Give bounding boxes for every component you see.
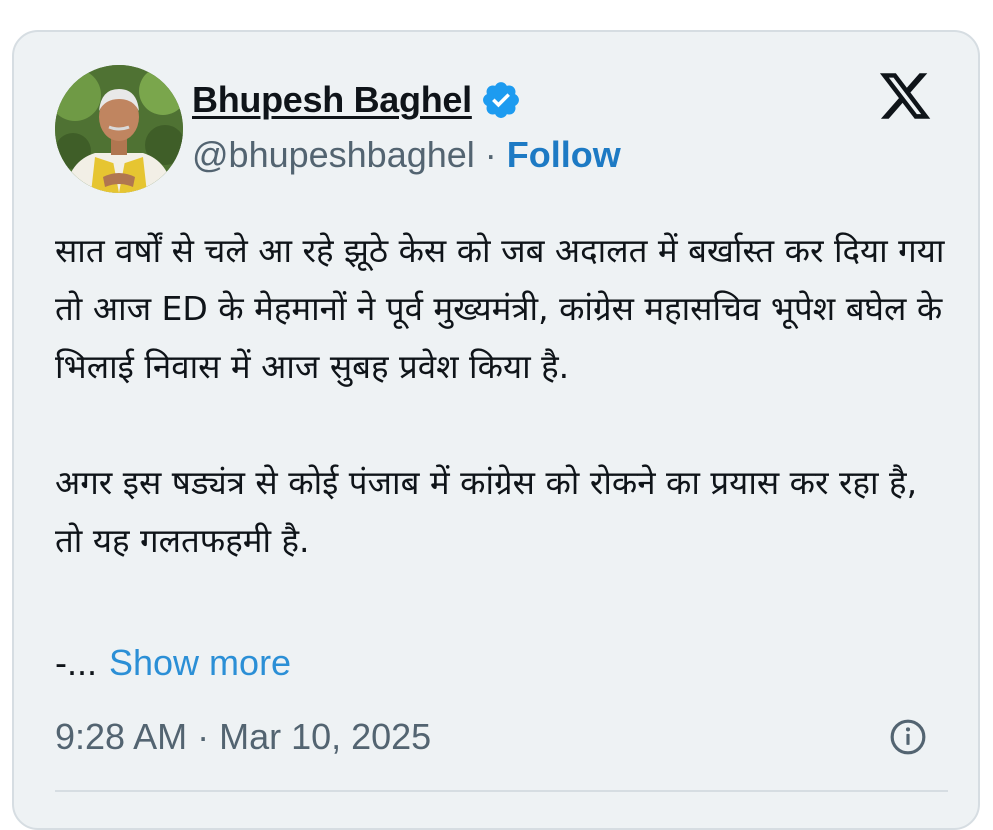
separator-dot: ·: [484, 134, 497, 175]
x-logo-icon[interactable]: [876, 68, 934, 124]
author-row: Bhupesh Baghel: [192, 79, 522, 121]
info-icon[interactable]: [889, 718, 927, 756]
tweet-body: सात वर्षों से चले आ रहे झूठे केस को जब अ…: [55, 222, 945, 570]
truncation-ellipsis: -...: [55, 642, 97, 683]
handle-row: @bhupeshbaghel · Follow: [192, 134, 621, 176]
divider: [55, 790, 948, 792]
tweet-paragraph: सात वर्षों से चले आ रहे झूठे केस को जब अ…: [55, 231, 945, 386]
tweet-paragraph: अगर इस षड्यंत्र से कोई पंजाब में कांग्रे…: [55, 463, 918, 560]
show-more-link[interactable]: Show more: [109, 642, 291, 684]
author-handle[interactable]: @bhupeshbaghel: [192, 134, 475, 176]
verified-badge-icon: [482, 82, 519, 118]
author-name[interactable]: Bhupesh Baghel: [192, 79, 472, 121]
tweet-card[interactable]: Bhupesh Baghel @bhupeshbaghel · Follow स…: [12, 30, 980, 830]
avatar[interactable]: [55, 65, 183, 193]
avatar-photo-icon: [55, 65, 183, 193]
follow-button[interactable]: Follow: [507, 134, 621, 176]
show-more-row: -... Show more: [55, 642, 291, 684]
tweet-timestamp[interactable]: 9:28 AM · Mar 10, 2025: [55, 716, 431, 758]
